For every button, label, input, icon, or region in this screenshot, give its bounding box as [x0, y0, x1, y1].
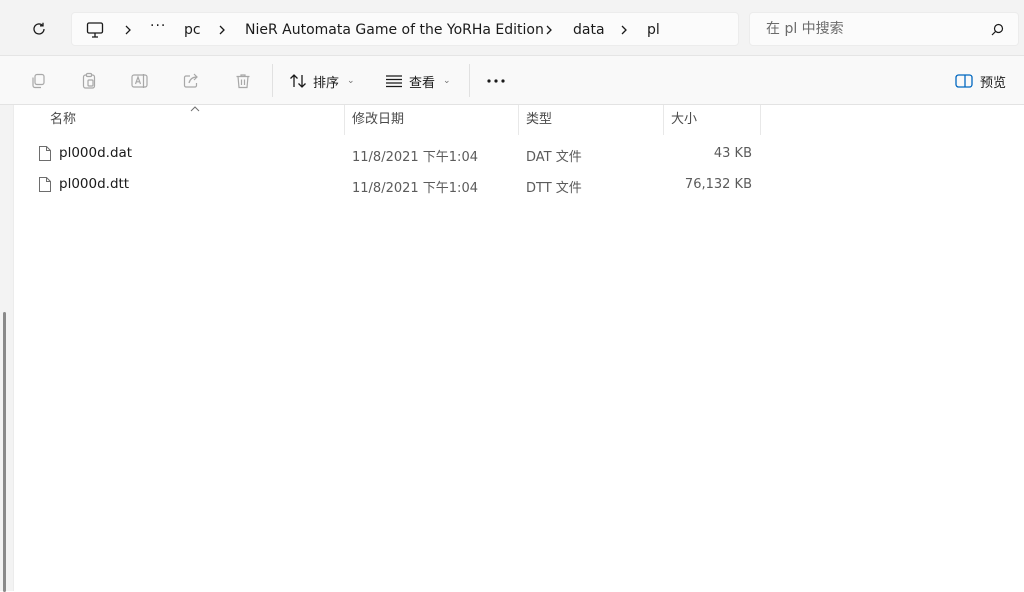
copy-icon[interactable] [28, 71, 48, 91]
delete-icon[interactable] [233, 71, 253, 91]
scrollbar[interactable] [3, 312, 6, 592]
chevron-right-icon[interactable] [543, 23, 555, 37]
column-divider[interactable] [344, 105, 345, 135]
column-divider[interactable] [663, 105, 664, 135]
column-header-size-label: 大小 [671, 112, 698, 127]
preview-button[interactable]: 预览 [955, 68, 1006, 94]
chevron-right-icon[interactable] [216, 23, 228, 37]
breadcrumb-segment-pl[interactable]: pl [647, 21, 660, 39]
refresh-button[interactable] [24, 14, 54, 44]
column-header-type[interactable]: 类型 [526, 105, 656, 135]
more-options-button[interactable] [484, 68, 508, 94]
column-divider[interactable] [760, 105, 761, 135]
breadcrumb-segment-pc[interactable]: pc [184, 21, 201, 39]
preview-pane-icon [955, 74, 973, 88]
share-icon[interactable] [181, 71, 201, 91]
chevron-down-icon: ⌄ [443, 76, 451, 86]
more-icon [487, 79, 505, 83]
chevron-right-icon[interactable] [618, 23, 630, 37]
file-size: 76,132 KB [684, 177, 752, 192]
column-header-size[interactable]: 大小 [671, 105, 756, 135]
file-row[interactable]: pl000d.dat 11/8/2021 下午1:04 DAT 文件 43 KB [30, 140, 770, 168]
chevron-right-icon[interactable] [122, 23, 134, 37]
column-divider[interactable] [518, 105, 519, 135]
column-header-type-label: 类型 [526, 112, 553, 127]
sort-label: 排序 [313, 75, 340, 91]
sort-ascending-icon [190, 106, 200, 112]
sort-button[interactable]: 排序 ⌄ [289, 68, 355, 94]
sort-icon [290, 74, 306, 88]
search-input[interactable] [764, 19, 984, 39]
rename-icon[interactable] [130, 71, 150, 91]
view-icon [386, 75, 402, 88]
computer-icon[interactable] [85, 20, 105, 44]
view-label: 查看 [409, 75, 436, 91]
breadcrumb-segment-data[interactable]: data [573, 21, 605, 39]
column-header-name-label: 名称 [50, 112, 77, 127]
file-list: 名称 修改日期 类型 大小 pl000d.dat 11/8/2021 下午1:0… [0, 105, 1024, 591]
file-size: 43 KB [713, 146, 752, 161]
file-date: 11/8/2021 下午1:04 [352, 181, 478, 196]
file-name[interactable]: pl000d.dat [59, 145, 132, 161]
file-type: DAT 文件 [526, 150, 582, 165]
file-date: 11/8/2021 下午1:04 [352, 150, 478, 165]
command-separator [272, 64, 273, 97]
file-icon [39, 146, 51, 161]
command-bar: 排序 ⌄ 查看 ⌄ 预览 [0, 56, 1024, 105]
file-type: DTT 文件 [526, 181, 582, 196]
file-row[interactable]: pl000d.dtt 11/8/2021 下午1:04 DTT 文件 76,13… [30, 171, 770, 199]
command-separator [469, 64, 470, 97]
column-header-date-label: 修改日期 [352, 112, 405, 127]
file-name[interactable]: pl000d.dtt [59, 176, 129, 192]
paste-icon[interactable] [79, 71, 99, 91]
breadcrumb[interactable]: ··· pc NieR Automata Game of the YoRHa E… [71, 12, 739, 46]
address-row: ··· pc NieR Automata Game of the YoRHa E… [0, 0, 1024, 56]
search-box[interactable] [749, 12, 1019, 46]
chevron-down-icon: ⌄ [347, 76, 355, 86]
file-icon [39, 177, 51, 192]
breadcrumb-segment-game[interactable]: NieR Automata Game of the YoRHa Edition [245, 21, 544, 39]
column-header-date[interactable]: 修改日期 [352, 105, 512, 135]
breadcrumb-overflow-button[interactable]: ··· [150, 18, 166, 34]
refresh-icon [33, 22, 45, 35]
search-icon[interactable] [991, 23, 1004, 36]
preview-label: 预览 [980, 75, 1007, 91]
view-button[interactable]: 查看 ⌄ [385, 68, 451, 94]
